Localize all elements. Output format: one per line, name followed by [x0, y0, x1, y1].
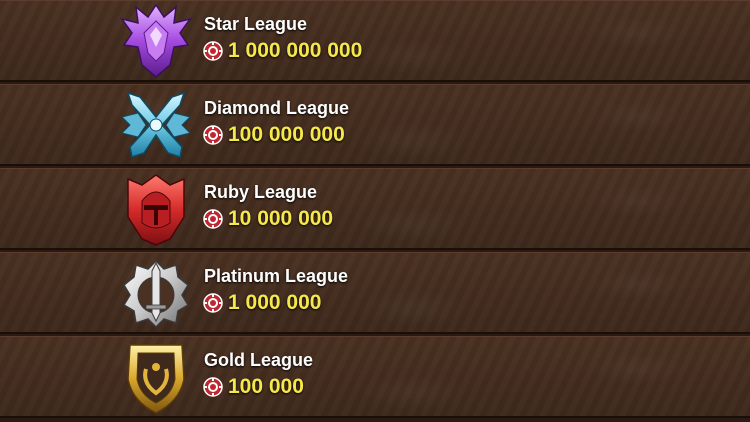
- poker-chip-icon: [203, 377, 223, 397]
- poker-chip-icon: [203, 125, 223, 145]
- league-row-ruby[interactable]: Ruby League 10 000 000: [0, 168, 750, 250]
- league-reward-amount: 10 000 000: [228, 207, 334, 230]
- purple-crystal-dragon-emblem-icon: [120, 3, 192, 79]
- league-name: Star League: [204, 14, 308, 34]
- silver-sword-gear-emblem-icon: [120, 255, 192, 331]
- poker-chip-icon: [203, 209, 223, 229]
- league-name: Diamond League: [204, 98, 350, 118]
- league-reward-amount: 1 000 000 000: [228, 39, 363, 62]
- league-name: Platinum League: [204, 266, 349, 286]
- poker-chip-icon: [203, 41, 223, 61]
- gold-laurel-shield-emblem-icon: [120, 339, 192, 415]
- league-name: Ruby League: [204, 182, 318, 202]
- league-reward-amount: 100 000: [228, 375, 304, 398]
- red-knight-helmet-emblem-icon: [120, 171, 192, 247]
- poker-chip-icon: [203, 293, 223, 313]
- league-row-star[interactable]: Star League 1 000 000 000: [0, 0, 750, 82]
- crossed-swords-diamond-emblem-icon: [120, 87, 192, 163]
- league-name: Gold League: [204, 350, 314, 370]
- league-reward-amount: 1 000 000: [228, 291, 322, 314]
- league-row-platinum[interactable]: Platinum League 1 000 000: [0, 252, 750, 334]
- league-row-diamond[interactable]: Diamond League 100 000 000: [0, 84, 750, 166]
- league-row-gold[interactable]: Gold League 100 000: [0, 336, 750, 418]
- league-list: Star League 1 000 000 000 Diamond League…: [0, 0, 750, 422]
- league-reward-amount: 100 000 000: [228, 123, 345, 146]
